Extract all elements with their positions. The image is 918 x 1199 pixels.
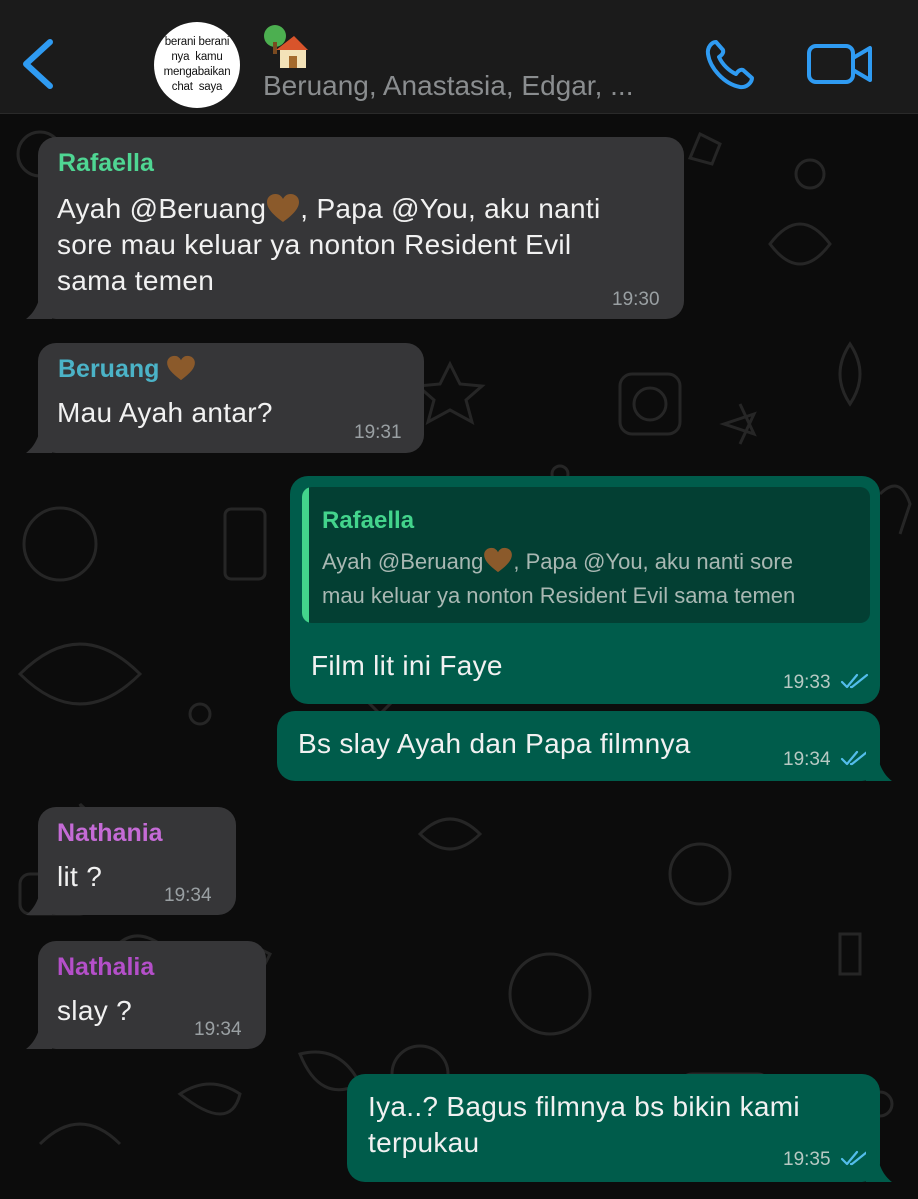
read-receipt-icon [840, 673, 869, 689]
message-text: Film lit ini Faye [311, 650, 503, 681]
message-text: Mau Ayah antar? [57, 397, 273, 428]
sender-name: Nathalia [57, 953, 155, 981]
message-text: Ayah @Beruang , Papa @You, aku nanti sore… [57, 191, 601, 299]
message-line: Iya..? Bagus filmnya bs bikin kami [368, 1091, 800, 1122]
avatar-text-line-3: mengabaikan [163, 66, 231, 78]
bubble-tail [866, 747, 892, 781]
message-line: sama temen [57, 265, 215, 296]
house-with-tree-icon[interactable] [262, 24, 310, 70]
chat-header: berani berani nya kamu mengabaikan chat … [0, 0, 918, 114]
chevron-left-icon [23, 39, 53, 89]
message-time: 19:34 [194, 1019, 242, 1040]
video-camera-icon [807, 44, 872, 84]
back-button[interactable] [18, 36, 58, 92]
bubble-tail [26, 419, 52, 453]
group-avatar[interactable]: berani berani nya kamu mengabaikan chat … [154, 22, 240, 108]
brown-heart-icon [267, 194, 300, 222]
avatar-text-line-4: chat saya [171, 81, 223, 93]
brown-heart-icon [484, 547, 513, 573]
message-line: terpukau [368, 1127, 480, 1158]
quoted-line: Ayah @Beruang [322, 549, 484, 574]
message-bubble-incoming[interactable]: Nathalia slay ? 19:34 [38, 941, 266, 1049]
quoted-message[interactable]: Rafaella Ayah @Beruang , Papa @You, aku n… [302, 487, 870, 623]
bubble-tail [26, 1015, 52, 1049]
avatar-text-line-2: nya kamu [171, 51, 223, 63]
message-bubble-outgoing[interactable]: Iya..? Bagus filmnya bs bikin kami terpu… [347, 1074, 880, 1182]
bubble-tail [26, 285, 52, 319]
message-bubble-incoming[interactable]: Rafaella Ayah @Beruang , Papa @You, aku n… [38, 137, 684, 319]
bubble-tail [26, 881, 52, 915]
voice-call-button[interactable] [702, 36, 756, 92]
message-time: 19:33 [783, 672, 831, 693]
sender-name-text: Beruang [58, 355, 160, 383]
quoted-line: , Papa @You, aku nanti sore [513, 549, 793, 574]
message-bubble-incoming[interactable]: Beruang Mau Ayah antar? 19:31 [38, 343, 424, 453]
message-time: 19:35 [783, 1149, 831, 1170]
phone-icon [705, 40, 754, 90]
bubble-tail [866, 1148, 892, 1182]
message-text: Iya..? Bagus filmnya bs bikin kami terpu… [368, 1089, 800, 1161]
message-line: Ayah @Beruang [57, 193, 267, 224]
sender-name: Rafaella [58, 149, 154, 177]
quoted-line: mau keluar ya nonton Resident Evil sama … [322, 583, 796, 608]
brown-heart-icon [167, 355, 196, 381]
quote-accent-bar [302, 487, 309, 623]
message-time: 19:34 [164, 885, 212, 906]
message-text: lit ? [57, 861, 103, 892]
message-bubble-outgoing[interactable]: Bs slay Ayah dan Papa filmnya 19:34 [277, 711, 880, 781]
sender-name: Beruang [58, 355, 196, 384]
message-time: 19:34 [783, 749, 831, 770]
message-line: sore mau keluar ya nonton Resident Evil [57, 229, 572, 260]
message-time: 19:31 [354, 422, 402, 443]
quoted-text: Ayah @Beruang , Papa @You, aku nanti sore… [322, 545, 795, 613]
quoted-sender: Rafaella [322, 507, 415, 534]
group-members-subtitle[interactable]: Beruang, Anastasia, Edgar, ... [263, 70, 633, 102]
message-text: Bs slay Ayah dan Papa filmnya [298, 728, 691, 759]
video-call-button[interactable] [806, 40, 874, 88]
message-time: 19:30 [612, 289, 660, 310]
sender-name: Nathania [57, 819, 163, 847]
message-line: , Papa @You, aku nanti [300, 193, 601, 224]
message-bubble-incoming[interactable]: Nathania lit ? 19:34 [38, 807, 236, 915]
message-text: slay ? [57, 995, 132, 1026]
avatar-text-line-1: berani berani [164, 36, 230, 48]
